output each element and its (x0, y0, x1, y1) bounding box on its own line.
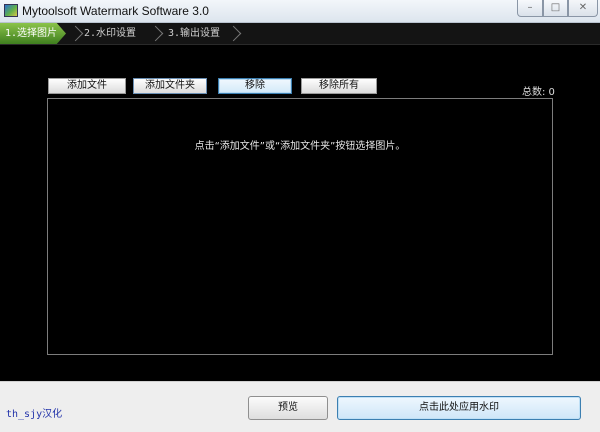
remove-all-button[interactable]: 移除所有 (301, 78, 377, 94)
title-bar: Mytoolsoft Watermark Software 3.0 – □ ✕ (0, 0, 600, 23)
empty-list-hint: 点击“添加文件”或“添加文件夹”按钮选择图片。 (194, 141, 406, 152)
close-button[interactable]: ✕ (568, 0, 598, 17)
image-list[interactable]: 点击“添加文件”或“添加文件夹”按钮选择图片。 (47, 98, 553, 355)
minimize-button[interactable]: – (517, 0, 543, 17)
tab-output-settings[interactable]: 3.输出设置 (168, 23, 220, 44)
add-file-button[interactable]: 添加文件 (48, 78, 126, 94)
tab-select-images[interactable]: 1.选择图片 (0, 23, 66, 44)
total-count: 总数: 0 (522, 87, 555, 98)
footer-bar: th_sjy汉化 预览 点击此处应用水印 (0, 381, 600, 432)
step-tabs: 1.选择图片 2.水印设置 3.输出设置 (0, 23, 600, 45)
add-folder-button[interactable]: 添加文件夹 (133, 78, 207, 94)
tab-watermark-settings[interactable]: 2.水印设置 (84, 23, 136, 44)
chevron-right-icon (228, 25, 240, 42)
chevron-right-icon (70, 25, 82, 42)
window-title: Mytoolsoft Watermark Software 3.0 (22, 4, 209, 18)
maximize-button[interactable]: □ (543, 0, 568, 17)
app-icon (4, 4, 18, 17)
preview-button[interactable]: 预览 (248, 396, 328, 420)
localization-credit: th_sjy汉化 (6, 409, 63, 420)
remove-button[interactable]: 移除 (218, 78, 292, 94)
chevron-right-icon (150, 25, 162, 42)
app-window: Mytoolsoft Watermark Software 3.0 – □ ✕ … (0, 0, 600, 432)
apply-watermark-button[interactable]: 点击此处应用水印 (337, 396, 581, 420)
